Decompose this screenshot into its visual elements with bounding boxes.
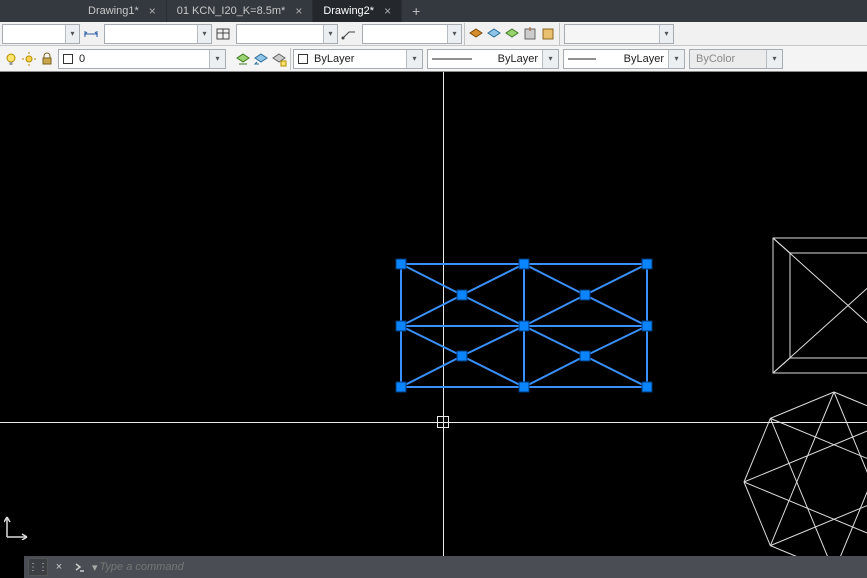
chevron-down-icon[interactable]: ▾ xyxy=(447,25,461,43)
style-combo-4[interactable]: ▾ xyxy=(362,24,462,44)
color-swatch xyxy=(298,54,308,64)
close-icon[interactable]: × xyxy=(382,4,393,18)
layer-color-swatch xyxy=(63,54,73,64)
chevron-down-icon[interactable]: ▾ xyxy=(659,25,673,43)
grip-handle[interactable] xyxy=(580,290,591,301)
style-combo-3[interactable]: ▾ xyxy=(236,24,338,44)
chevron-down-icon[interactable]: ▾ xyxy=(209,50,225,68)
command-input[interactable] xyxy=(100,561,867,573)
tab-label: 01 KCN_I20_K=8.5m* xyxy=(177,5,286,17)
grip-handle[interactable] xyxy=(642,382,653,393)
layer-name: 0 xyxy=(73,53,209,65)
tab-label: Drawing1* xyxy=(88,5,139,17)
document-tabs: Drawing1* × 01 KCN_I20_K=8.5m* × Drawing… xyxy=(0,0,867,22)
lightbulb-icon[interactable] xyxy=(2,50,20,68)
layer-state-icon[interactable] xyxy=(270,50,288,68)
grip-handle[interactable] xyxy=(519,321,530,332)
layer-match-icon[interactable] xyxy=(234,50,252,68)
table-icon[interactable] xyxy=(212,23,234,45)
plotstyle-label: ByColor xyxy=(690,53,766,65)
grip-handle[interactable] xyxy=(642,321,653,332)
tab-label: Drawing2* xyxy=(323,5,374,17)
layer-tool-3-icon[interactable] xyxy=(503,25,521,43)
chevron-down-icon[interactable]: ▾ xyxy=(197,25,211,43)
crosshair-vertical xyxy=(443,72,444,578)
block-combo[interactable]: ▾ xyxy=(564,24,674,44)
plotstyle-selector[interactable]: ByColor ▾ xyxy=(689,49,783,69)
style-combo-2[interactable]: ▾ xyxy=(104,24,212,44)
grip-handle[interactable] xyxy=(396,321,407,332)
chevron-down-icon[interactable]: ▾ xyxy=(668,50,684,68)
ucs-icon xyxy=(4,514,30,540)
close-icon[interactable]: × xyxy=(147,4,158,18)
selected-geometry[interactable] xyxy=(0,72,867,578)
layer-previous-icon[interactable] xyxy=(252,50,270,68)
chevron-down-icon[interactable]: ▾ xyxy=(65,25,79,43)
layer-selector[interactable]: 0 ▾ xyxy=(58,49,226,69)
layer-tool-5-icon[interactable] xyxy=(539,25,557,43)
tab-kcn[interactable]: 01 KCN_I20_K=8.5m* × xyxy=(167,0,314,22)
command-drag-handle[interactable]: ⋮⋮ xyxy=(28,558,48,576)
grip-handle[interactable] xyxy=(457,351,468,362)
properties-bar: 0 ▾ ByLayer ▾ ByLayer ▾ ByLayer ▾ ByColo… xyxy=(0,46,867,72)
chevron-down-icon[interactable]: ▾ xyxy=(323,25,337,43)
mleader-icon[interactable] xyxy=(338,23,360,45)
color-label: ByLayer xyxy=(308,53,406,65)
linetype-selector[interactable]: ByLayer ▾ xyxy=(427,49,559,69)
lock-icon[interactable] xyxy=(38,50,56,68)
layer-tool-2-icon[interactable] xyxy=(485,25,503,43)
chevron-down-icon[interactable]: ▾ xyxy=(766,50,782,68)
layer-tool-1-icon[interactable] xyxy=(467,25,485,43)
grip-handle[interactable] xyxy=(580,351,591,362)
color-selector[interactable]: ByLayer ▾ xyxy=(293,49,423,69)
close-icon[interactable]: × xyxy=(50,558,68,576)
sun-icon[interactable] xyxy=(20,50,38,68)
linetype-label: ByLayer xyxy=(472,53,542,65)
command-prompt-icon xyxy=(70,558,90,576)
grip-handle[interactable] xyxy=(457,290,468,301)
new-tab-button[interactable]: + xyxy=(402,0,430,22)
chevron-down-icon[interactable]: ▾ xyxy=(542,50,558,68)
command-line[interactable]: ⋮⋮ × ▾ xyxy=(24,556,867,578)
close-icon[interactable]: × xyxy=(293,4,304,18)
toolbar-row-1: ▾ ▾ ▾ ▾ ▾ xyxy=(0,22,867,46)
crosshair-horizontal xyxy=(0,422,867,423)
grip-handle[interactable] xyxy=(642,259,653,270)
pickbox-cursor xyxy=(437,416,449,428)
tab-drawing1[interactable]: Drawing1* × xyxy=(78,0,167,22)
grip-handle[interactable] xyxy=(396,259,407,270)
layer-tool-4-icon[interactable] xyxy=(521,25,539,43)
grip-handle[interactable] xyxy=(519,382,530,393)
lineweight-label: ByLayer xyxy=(596,53,668,65)
drawing-canvas[interactable]: ⋮⋮ × ▾ xyxy=(0,72,867,578)
chevron-down-icon[interactable]: ▾ xyxy=(406,50,422,68)
grip-handle[interactable] xyxy=(396,382,407,393)
tab-drawing2[interactable]: Drawing2* × xyxy=(313,0,402,22)
lineweight-selector[interactable]: ByLayer ▾ xyxy=(563,49,685,69)
dimension-icon[interactable] xyxy=(80,23,102,45)
unselected-geometry xyxy=(0,72,867,578)
grip-handle[interactable] xyxy=(519,259,530,270)
style-combo-1[interactable]: ▾ xyxy=(2,24,80,44)
